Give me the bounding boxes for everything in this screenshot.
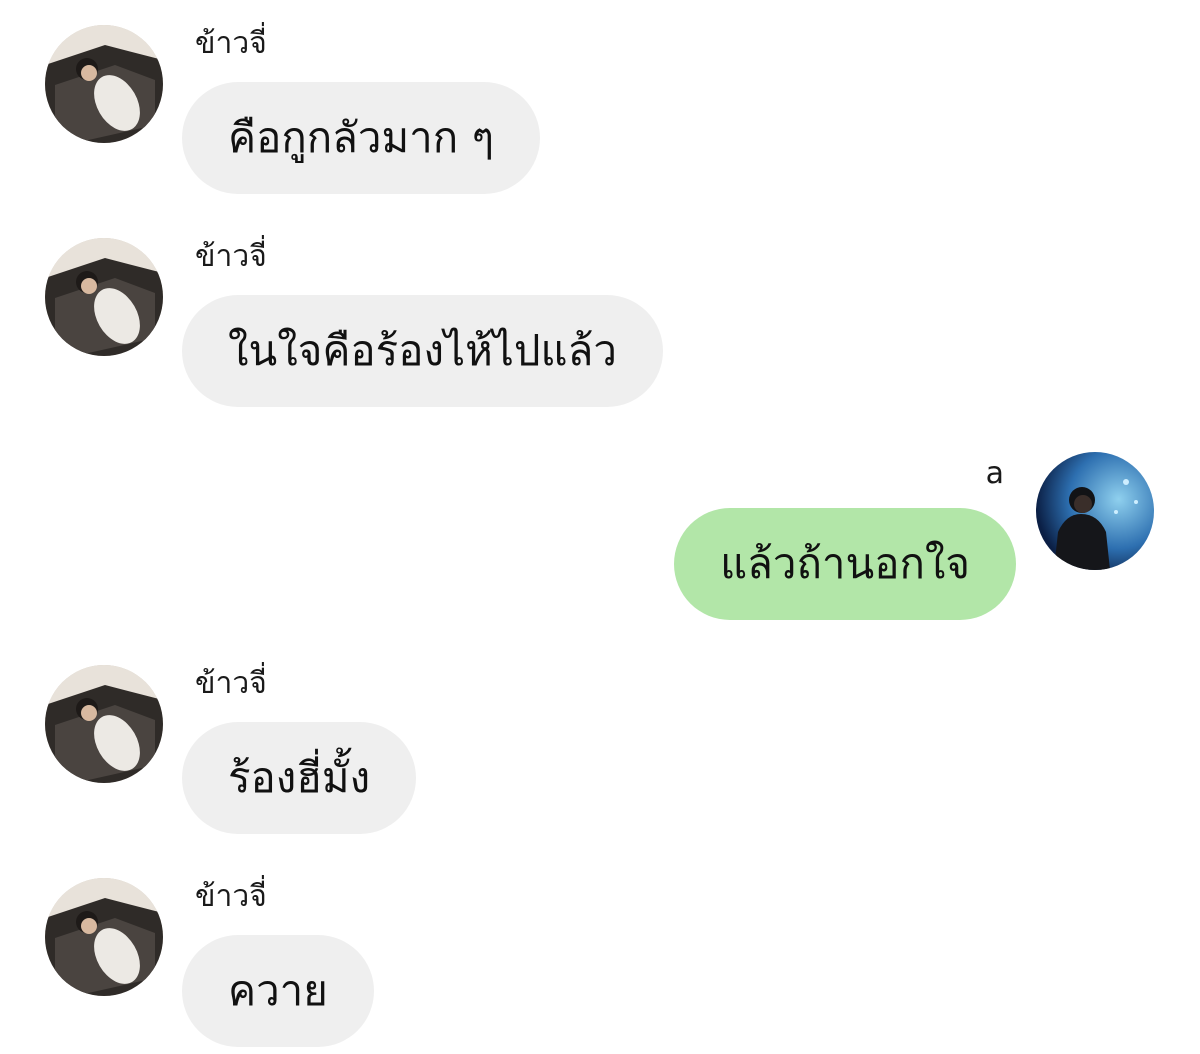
sender-name: ข้าวจี่ [195,26,267,61]
sender-name: ข้าวจี่ [195,239,267,274]
message-bubble[interactable]: ควาย [182,935,374,1047]
message-bubble[interactable]: คือกูกลัวมาก ๆ [182,82,541,194]
sender-name: ข้าวจี่ [195,879,267,914]
message-bubble[interactable]: ร้องฮี่มั้ง [182,722,417,834]
avatar-khaojee-icon[interactable] [45,238,163,356]
avatar-khaojee-icon[interactable] [45,25,163,143]
avatar-khaojee-icon[interactable] [45,878,163,996]
message-bubble[interactable]: แล้วถ้านอกใจ [674,508,1016,620]
avatar-khaojee-icon[interactable] [45,665,163,783]
message-bubble[interactable]: ในใจคือร้องไห้ไปแล้ว [182,295,663,407]
avatar-a-icon[interactable] [1036,452,1154,570]
sender-name: a [985,456,1004,491]
sender-name: ข้าวจี่ [195,666,267,701]
